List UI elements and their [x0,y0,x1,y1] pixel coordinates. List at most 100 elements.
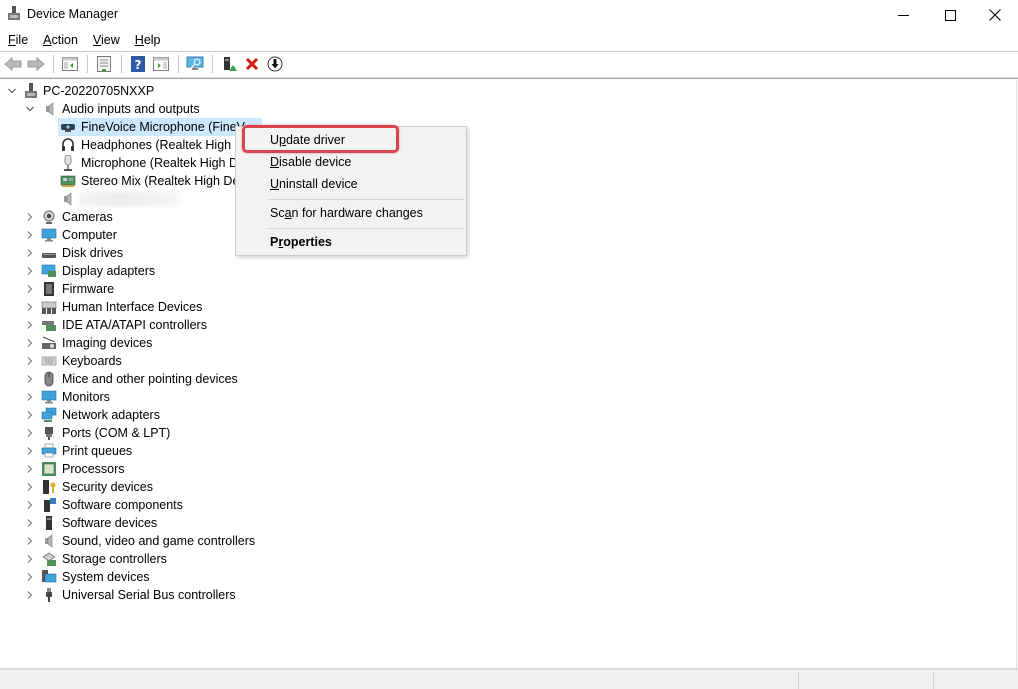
tree-category[interactable]: Ports (COM & LPT) [0,424,260,442]
expand-chevron-icon[interactable] [24,337,36,349]
tree-device-stereo-mix[interactable]: Stereo Mix (Realtek High Defi [0,172,246,190]
tree-category-label: Keyboards [62,354,122,368]
status-pane [933,672,1018,689]
minimize-icon [897,14,909,16]
tree-category[interactable]: IDE ATA/ATAPI controllers [0,316,260,334]
microphone-icon [64,155,72,171]
expand-chevron-icon[interactable] [24,265,36,277]
tree-category[interactable]: Keyboards [0,352,260,370]
menu-action[interactable]: Action [35,30,85,50]
tree-category-label: Human Interface Devices [62,300,203,314]
expand-chevron-icon[interactable] [24,427,36,439]
tree-category[interactable]: Universal Serial Bus controllers [0,586,260,604]
tree-category[interactable]: Firmware [0,280,260,298]
menu-help-accel: H [134,33,144,47]
expand-chevron-icon[interactable] [24,445,36,457]
update-driver-highlight [242,125,399,153]
uninstall-device-button[interactable] [241,54,263,74]
printer-icon [41,443,57,458]
device-tree[interactable]: PC-20220705NXXP Audio inputs and outputs… [0,80,1018,665]
hid-icon [41,301,57,314]
tree-category[interactable]: Storage controllers [0,550,260,568]
expand-chevron-icon[interactable] [24,373,36,385]
menu-help[interactable]: Help [127,30,168,50]
minimize-button[interactable] [880,0,926,30]
security-device-icon [43,480,56,494]
properties-button[interactable] [93,54,115,74]
tree-device-microphone[interactable]: Microphone (Realtek High De [0,154,245,172]
disk-drive-icon [42,253,56,258]
tree-category[interactable]: Mice and other pointing devices [0,370,260,388]
toolbar-separator [53,55,54,73]
close-icon [989,9,1001,21]
help-button[interactable]: ? [127,54,149,74]
expand-chevron-icon[interactable] [24,319,36,331]
tree-category[interactable]: Network adapters [0,406,260,424]
tree-category-label: IDE ATA/ATAPI controllers [62,318,207,332]
expand-chevron-icon[interactable] [24,499,36,511]
expand-chevron-icon[interactable] [24,571,36,583]
tree-category[interactable]: Disk drives [0,244,260,262]
expand-chevron-icon[interactable] [24,301,36,313]
expand-chevron-icon[interactable] [24,391,36,403]
forward-button[interactable] [25,54,47,74]
sound-controller-icon [45,534,53,548]
back-button[interactable] [2,54,24,74]
collapse-chevron-icon[interactable] [24,103,36,115]
scan-hardware-button[interactable] [184,54,206,74]
expand-chevron-icon[interactable] [24,589,36,601]
tree-category-label: Security devices [62,480,154,494]
tree-category[interactable]: Cameras [0,208,260,226]
context-menu-uninstall-device[interactable]: Uninstall device [270,177,358,191]
tree-device-finevoice-microphone[interactable]: FineVoice Microphone (FineV [0,118,262,136]
tree-category[interactable]: Monitors [0,388,260,406]
close-button[interactable] [972,0,1018,30]
tree-category-audio[interactable]: Audio inputs and outputs [0,100,220,118]
context-menu-scan-hardware[interactable]: Scan for hardware changes [270,206,423,220]
show-hide-console-tree-button[interactable] [59,54,81,74]
menu-file[interactable]: File [0,30,35,50]
tree-category[interactable]: Imaging devices [0,334,260,352]
update-driver-button[interactable] [218,54,240,74]
expand-chevron-icon[interactable] [24,535,36,547]
menu-text: ninstall device [279,177,358,191]
tree-root[interactable]: PC-20220705NXXP [0,82,200,100]
expand-chevron-icon[interactable] [24,283,36,295]
tree-category[interactable]: Human Interface Devices [0,298,260,316]
expand-chevron-icon[interactable] [24,481,36,493]
menu-view[interactable]: View [85,30,127,50]
tree-category[interactable]: Processors [0,460,260,478]
expand-chevron-icon[interactable] [24,211,36,223]
expand-chevron-icon[interactable] [24,517,36,529]
tree-category[interactable]: Display adapters [0,262,260,280]
collapse-chevron-icon[interactable] [6,85,18,97]
tree-device-headphones[interactable]: Headphones (Realtek High De [0,136,251,154]
expand-chevron-icon[interactable] [24,247,36,259]
expand-chevron-icon[interactable] [24,553,36,565]
expand-chevron-icon[interactable] [24,355,36,367]
tree-category[interactable]: Software devices [0,514,260,532]
menu-help-label: elp [143,33,161,47]
tree-category-label: Storage controllers [62,552,167,566]
expand-chevron-icon[interactable] [24,409,36,421]
menu-file-label: ile [15,33,29,47]
maximize-button[interactable] [927,0,973,30]
context-menu-properties[interactable]: Properties [270,235,332,249]
context-menu-disable-device[interactable]: Disable device [270,155,351,169]
tree-category[interactable]: Software components [0,496,260,514]
tree-category[interactable]: Computer [0,226,260,244]
tree-category-label: Software components [62,498,183,512]
toolbar-separator [87,55,88,73]
show-action-pane-button[interactable] [150,54,172,74]
firmware-icon [44,282,54,296]
webcam-microphone-icon [61,124,75,132]
show-hide-console-tree-icon [62,57,78,71]
expand-chevron-icon[interactable] [24,229,36,241]
tree-category[interactable]: Security devices [0,478,260,496]
tree-category[interactable]: Sound, video and game controllers [0,532,260,550]
tree-category[interactable]: Print queues [0,442,260,460]
disable-device-button[interactable] [264,54,286,74]
tree-category[interactable]: System devices [0,568,260,586]
toolbar-separator [212,55,213,73]
expand-chevron-icon[interactable] [24,463,36,475]
